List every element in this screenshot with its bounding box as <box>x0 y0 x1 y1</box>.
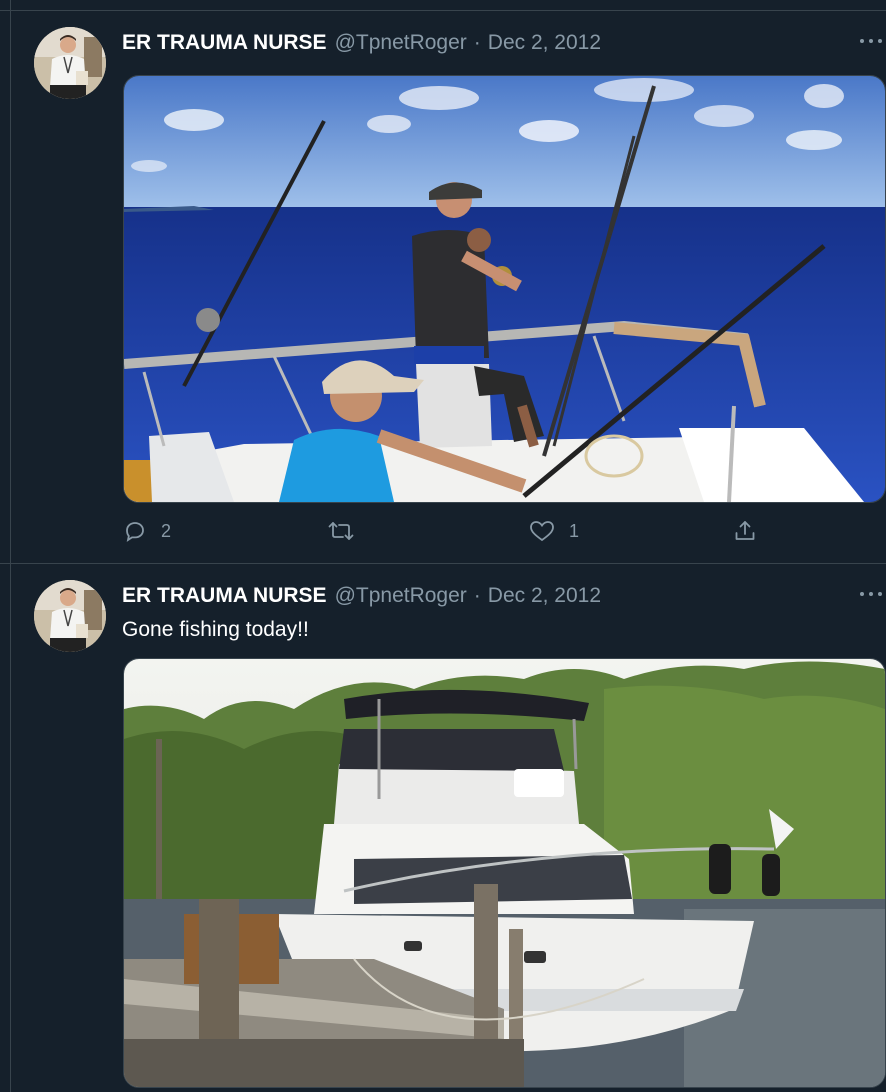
author-name[interactable]: ER TRAUMA NURSE <box>122 31 327 55</box>
like-button[interactable]: 1 <box>529 519 579 543</box>
heart-icon <box>529 519 555 543</box>
more-icon[interactable] <box>860 31 882 51</box>
timeline: ER TRAUMA NURSE @TpnetRoger · Dec 2, 201… <box>0 0 886 1092</box>
tweet-media-image[interactable] <box>123 75 886 503</box>
tweet-media-image[interactable] <box>123 658 886 1088</box>
tweet[interactable]: ER TRAUMA NURSE @TpnetRoger · Dec 2, 201… <box>11 11 886 563</box>
retweet-button[interactable] <box>327 519 355 543</box>
share-icon <box>733 519 757 543</box>
tweet-header: ER TRAUMA NURSE @TpnetRoger · Dec 2, 201… <box>122 582 601 610</box>
reply-count: 2 <box>161 520 172 541</box>
reply-icon <box>123 519 147 543</box>
tweet-text: Gone fishing today!! <box>122 618 309 641</box>
tweet-header: ER TRAUMA NURSE @TpnetRoger · Dec 2, 201… <box>122 29 601 57</box>
separator: · <box>473 31 481 54</box>
more-icon[interactable] <box>860 584 882 604</box>
separator: · <box>473 584 481 607</box>
avatar[interactable] <box>34 27 106 99</box>
author-handle[interactable]: @TpnetRoger <box>335 31 467 55</box>
tweet-actions: 2 1 <box>123 519 763 551</box>
tweet-date[interactable]: Dec 2, 2012 <box>488 584 601 608</box>
reply-button[interactable]: 2 <box>123 519 171 543</box>
author-name[interactable]: ER TRAUMA NURSE <box>122 584 327 608</box>
avatar[interactable] <box>34 580 106 652</box>
like-count: 1 <box>569 520 580 541</box>
author-handle[interactable]: @TpnetRoger <box>335 584 467 608</box>
share-button[interactable] <box>733 519 757 543</box>
tweet-date[interactable]: Dec 2, 2012 <box>488 31 601 55</box>
retweet-icon <box>327 519 355 543</box>
tweet[interactable]: ER TRAUMA NURSE @TpnetRoger · Dec 2, 201… <box>11 564 886 1092</box>
